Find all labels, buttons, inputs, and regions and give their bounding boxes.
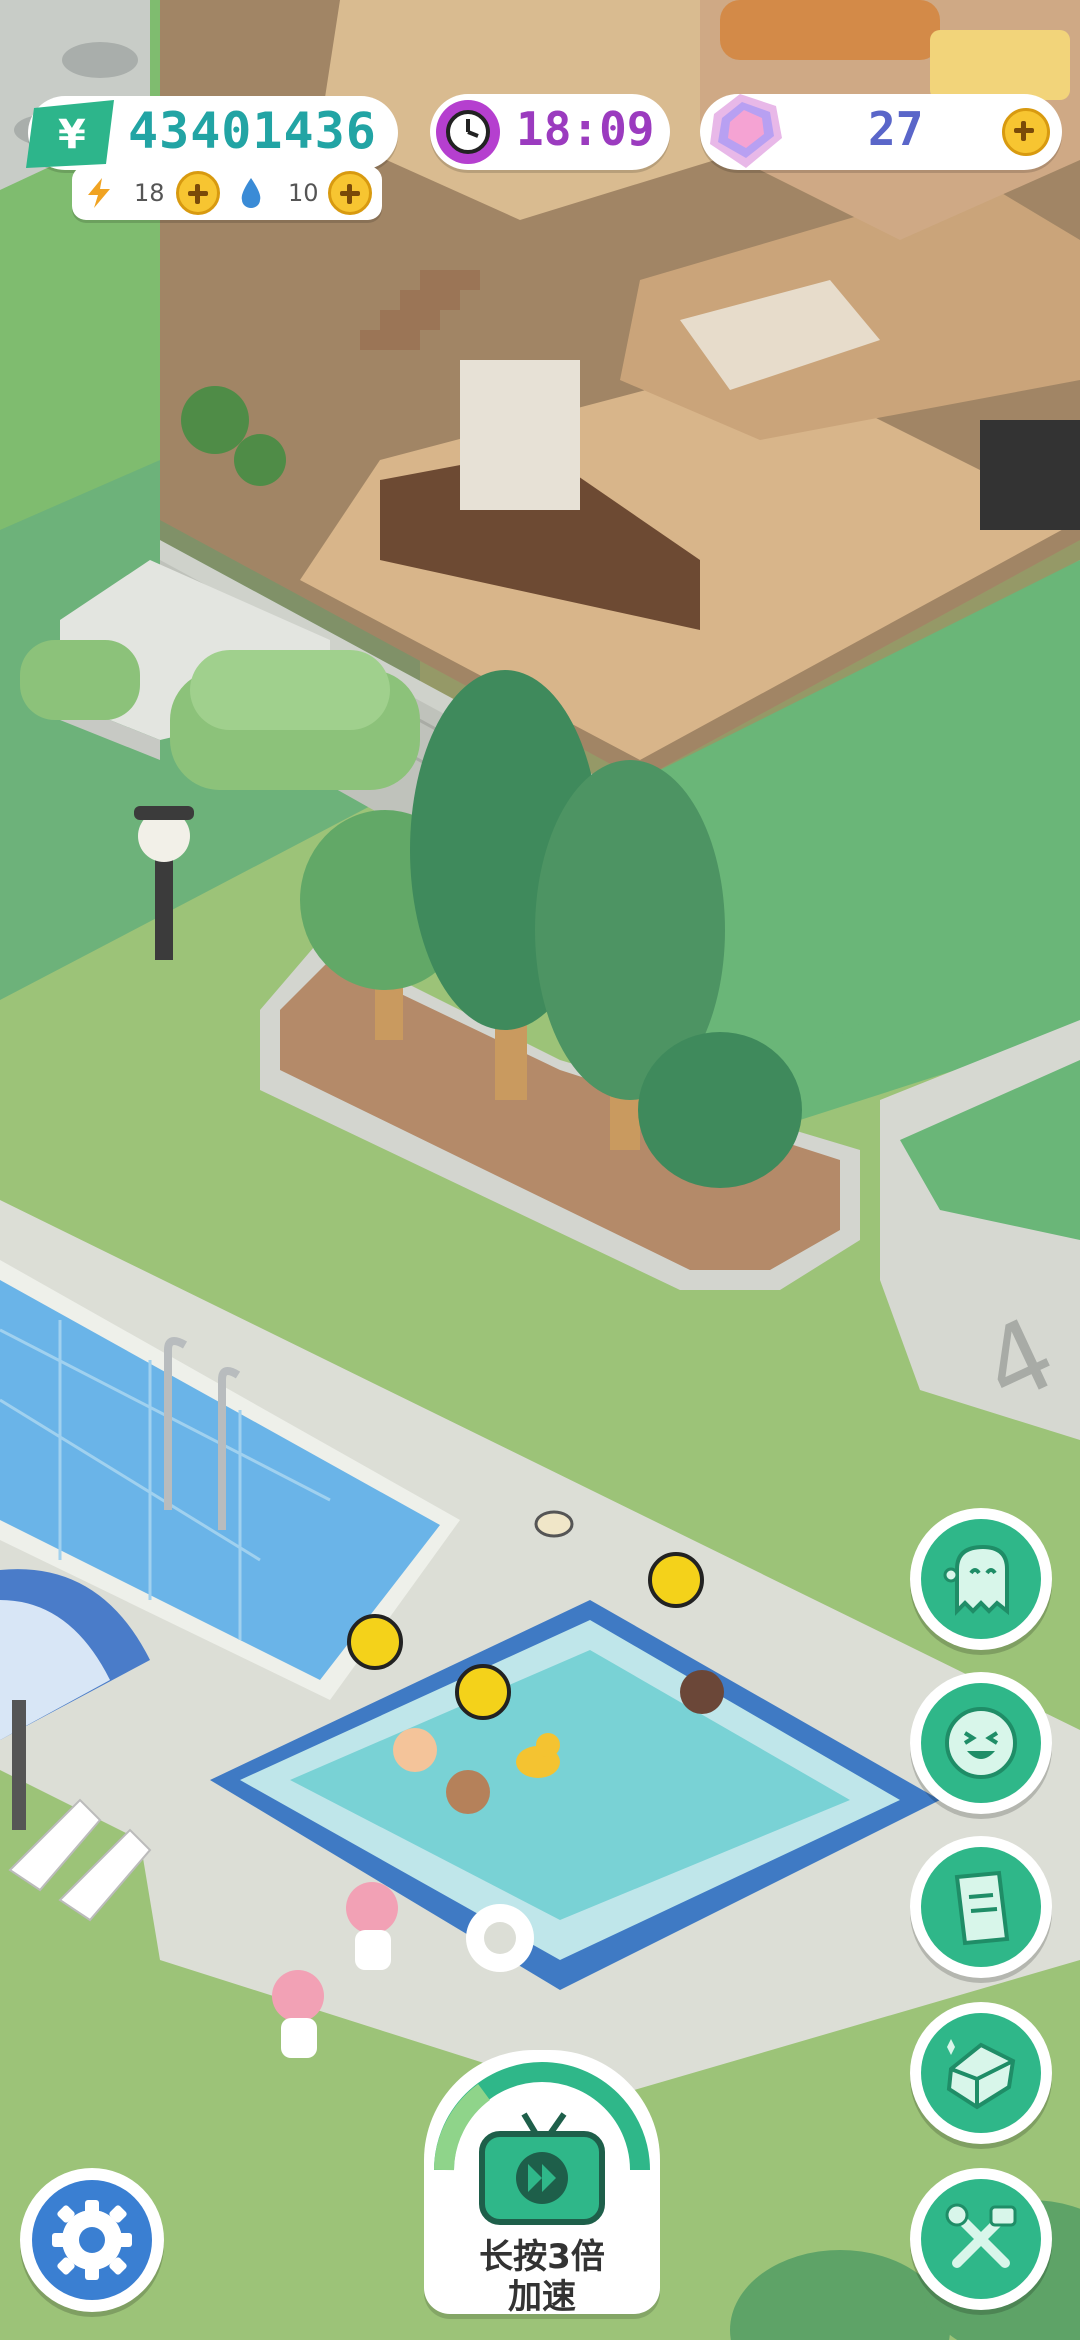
gem-shop-button[interactable] (910, 2002, 1052, 2144)
speed-up-button[interactable]: 长按3倍 加速 (424, 2050, 660, 2317)
energy-resource: 18 (86, 166, 165, 220)
chat-ghost-button[interactable] (910, 1508, 1052, 1650)
energy-value: 18 (134, 179, 165, 207)
game-scene: 3 4 (0, 0, 1080, 2340)
smile-face-icon (945, 1707, 1017, 1779)
build-tools-button[interactable] (910, 2168, 1052, 2310)
ghost-chat-icon (943, 1544, 1009, 1616)
speed-label-line2: 加速 (508, 2277, 576, 2317)
social-button[interactable] (910, 1672, 1052, 1814)
gem-shop-icon (946, 2039, 1016, 2110)
lightning-icon (88, 178, 110, 208)
add-gems-button[interactable] (1002, 108, 1050, 156)
tv-fast-forward-icon (434, 2062, 650, 2225)
water-value: 10 (288, 179, 319, 207)
water-resource: 10 (240, 166, 319, 220)
svg-text:¥: ¥ (58, 112, 86, 158)
settings-button[interactable] (20, 2168, 164, 2312)
notes-icon (954, 1870, 1010, 1946)
add-energy-button[interactable] (176, 171, 220, 215)
gear-icon (52, 2200, 132, 2280)
clock-icon (436, 100, 500, 164)
speed-label-line1: 长按3倍 (479, 2237, 605, 2277)
clock-time: 18:09 (516, 102, 655, 156)
money-value: 43401436 (128, 102, 377, 160)
gem-counter[interactable]: 27 (700, 94, 1062, 170)
yuan-banknote-icon: ¥ (26, 100, 114, 168)
money-counter[interactable]: ¥ 43401436 (26, 96, 398, 170)
add-water-button[interactable] (328, 171, 372, 215)
diamond-icon (710, 94, 782, 168)
tools-icon (945, 2203, 1017, 2268)
tasks-button[interactable] (910, 1836, 1052, 1978)
sub-resources: 18 10 (72, 166, 382, 220)
water-drop-icon (241, 178, 261, 208)
gem-value: 27 (868, 102, 924, 156)
game-clock: 18:09 (430, 94, 670, 170)
